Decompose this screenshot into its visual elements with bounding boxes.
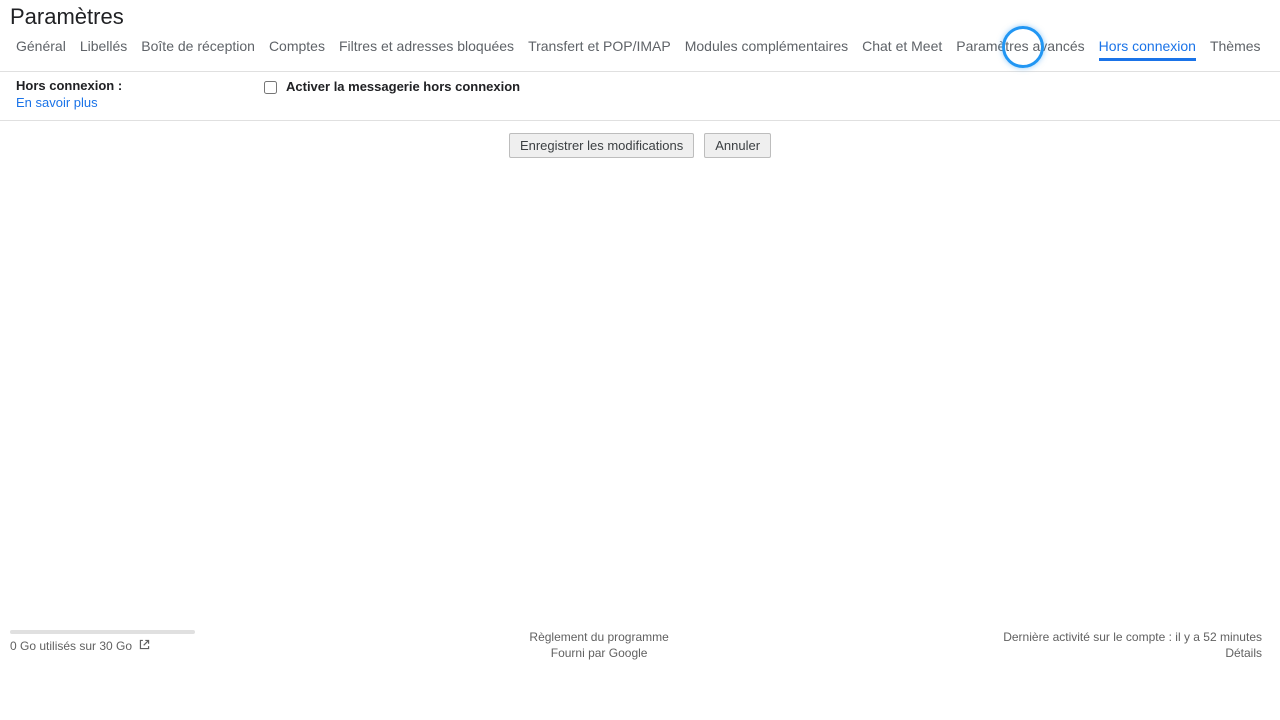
tab-general[interactable]: Général xyxy=(16,38,66,61)
storage-bar xyxy=(10,630,195,634)
offline-section: Hors connexion : En savoir plus Activer … xyxy=(0,72,1280,121)
tab-offline[interactable]: Hors connexion xyxy=(1099,38,1196,61)
storage-link[interactable]: 0 Go utilisés sur 30 Go xyxy=(10,639,132,653)
tab-inbox[interactable]: Boîte de réception xyxy=(141,38,255,61)
tab-chat[interactable]: Chat et Meet xyxy=(862,38,942,61)
program-rules-link[interactable]: Règlement du programme xyxy=(529,630,668,644)
tab-addons[interactable]: Modules complémentaires xyxy=(685,38,848,61)
action-buttons: Enregistrer les modifications Annuler xyxy=(0,121,1280,170)
tab-filters[interactable]: Filtres et adresses bloquées xyxy=(339,38,514,61)
details-link[interactable]: Détails xyxy=(1225,646,1262,660)
tab-accounts[interactable]: Comptes xyxy=(269,38,325,61)
enable-offline-checkbox[interactable] xyxy=(264,81,277,94)
last-activity-text: Dernière activité sur le compte : il y a… xyxy=(1003,630,1262,644)
page-title: Paramètres xyxy=(0,0,1280,38)
save-button[interactable]: Enregistrer les modifications xyxy=(509,133,694,158)
tab-labels[interactable]: Libellés xyxy=(80,38,127,61)
cancel-button[interactable]: Annuler xyxy=(704,133,771,158)
external-link-icon xyxy=(138,638,151,654)
offline-label: Hors connexion : xyxy=(16,78,260,93)
enable-offline-label[interactable]: Activer la messagerie hors connexion xyxy=(286,79,520,94)
tab-advanced[interactable]: Paramètres avancés xyxy=(956,38,1084,61)
tab-themes[interactable]: Thèmes xyxy=(1210,38,1261,61)
powered-by-link[interactable]: Fourni par Google xyxy=(551,646,648,660)
learn-more-link[interactable]: En savoir plus xyxy=(16,95,260,110)
footer: 0 Go utilisés sur 30 Go Règlement du pro… xyxy=(0,630,1280,662)
settings-tabs: Général Libellés Boîte de réception Comp… xyxy=(0,38,1280,72)
tab-forwarding[interactable]: Transfert et POP/IMAP xyxy=(528,38,671,61)
